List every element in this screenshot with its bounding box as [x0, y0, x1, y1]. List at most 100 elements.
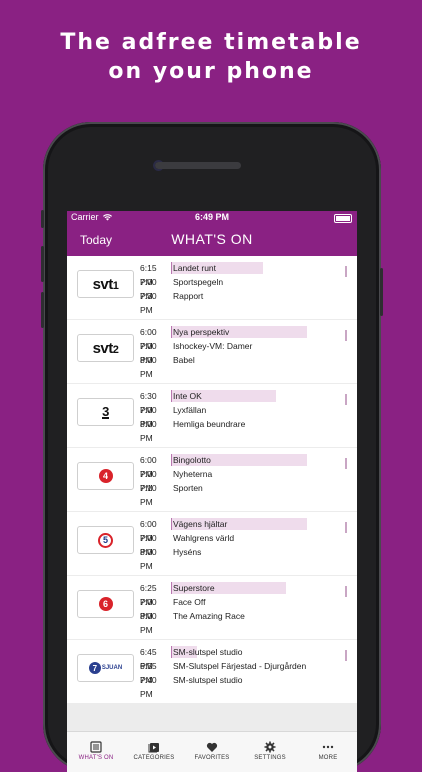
tab-categories[interactable]: CATEGORIES — [125, 732, 183, 772]
program-entry[interactable]: 7:30 PM Rapport — [140, 289, 340, 315]
program-entry[interactable]: 7:00 PM Face Off — [140, 595, 340, 621]
channel-row[interactable]: svt1 6:15 PM Landet runt 7:00 PM Sportspegel… — [67, 256, 357, 319]
program-entry[interactable]: 7:00 PM Ishockey-VM: Damer — [140, 339, 340, 365]
gear-icon — [264, 738, 276, 753]
kanal5-logo: 5 — [98, 532, 113, 548]
program-entry[interactable]: 6:00 PM Bingolotto — [140, 453, 340, 479]
program-title: Vägens hjältar — [173, 519, 228, 529]
program-title: Lyxfällan — [173, 405, 207, 415]
earpiece-speaker — [155, 162, 241, 169]
program-entry[interactable]: 6:25 PM Superstore — [140, 581, 340, 607]
tv6-logo: 6 — [98, 597, 113, 611]
svt1-logo: svt1 — [92, 275, 119, 293]
channel-row[interactable]: 5 6:00 PM Vägens hjältar 7:00 PM Wahlgrens v… — [67, 512, 357, 575]
tab-bar: WHAT'S ON CATEGORIES FAVORITES SETTINGS MORE — [67, 731, 357, 772]
program-entry[interactable]: 8:00 PM Hyséns — [140, 545, 340, 571]
status-bar: Carrier 6:49 PM — [67, 211, 357, 225]
program-title: SM-Slutspel Färjestad - Djurgården — [173, 661, 307, 671]
program-entry[interactable]: 6:45 PM SM-slutspel studio — [140, 645, 340, 671]
program-entry[interactable]: 7:40 PM SM-slutspel studio — [140, 673, 340, 699]
program-title: Rapport — [173, 291, 204, 301]
program-time: 7:10 PM — [140, 483, 157, 507]
tab-favorites[interactable]: FAVORITES — [183, 732, 241, 772]
tv4-logo: 4 — [98, 469, 113, 483]
channel-logo[interactable]: svt1 — [77, 270, 134, 298]
sjuan-logo: 7 SJUAN — [88, 662, 123, 674]
program-title: SM-slutspel studio — [173, 675, 243, 685]
program-title: Nyheterna — [173, 469, 213, 479]
channel-row[interactable]: svt2 6:00 PM Nya perspektiv 7:00 PM Ishockey… — [67, 320, 357, 383]
program-time: 8:00 PM — [140, 355, 157, 379]
row-indicator — [345, 266, 347, 277]
list-icon — [90, 738, 102, 753]
ellipsis-icon — [322, 738, 334, 750]
row-indicator — [345, 394, 347, 405]
battery-icon — [334, 214, 352, 223]
row-indicator — [345, 522, 347, 533]
headline-line-1: The adfree timetable — [60, 30, 362, 55]
tab-label: FAVORITES — [194, 755, 230, 761]
status-time: 6:49 PM — [194, 212, 229, 222]
program-entry[interactable]: 6:30 PM Inte OK — [140, 389, 340, 415]
tab-label: WHAT'S ON — [78, 755, 114, 761]
headline: The adfree timetable on your phone — [0, 28, 422, 86]
program-entry[interactable]: 7:10 PM Sporten — [140, 481, 340, 507]
program-entry[interactable]: 7:00 PM Nyheterna — [140, 467, 340, 493]
program-entry[interactable]: 8:00 PM Hemliga beundrare — [140, 417, 340, 443]
program-title: The Amazing Race — [173, 611, 245, 621]
program-title: Hyséns — [173, 547, 202, 557]
program-title: Sportspegeln — [173, 277, 224, 287]
program-title: SM-slutspel studio — [173, 647, 243, 657]
channel-logo[interactable]: 3 — [77, 398, 134, 426]
program-time: 8:00 PM — [140, 419, 157, 443]
channel-logo[interactable]: 5 — [77, 526, 134, 554]
tab-what-s-on[interactable]: WHAT'S ON — [67, 732, 125, 772]
program-entry[interactable]: 8:00 PM The Amazing Race — [140, 609, 340, 635]
program-entry[interactable]: 6:55 PM SM-Slutspel Färjestad - Djurgårde… — [140, 659, 340, 685]
channel-row[interactable]: 7 SJUAN 6:45 PM SM-slutspel studio 6:55 PM SM… — [67, 640, 357, 703]
power-button — [380, 268, 383, 316]
navigation-bar: Today WHAT'S ON — [67, 225, 357, 256]
program-time: 7:30 PM — [140, 291, 157, 315]
channel-row[interactable]: 6 6:25 PM Superstore 7:00 PM Face Off 8:00 PM… — [67, 576, 357, 639]
channel-row[interactable]: 3 6:30 PM Inte OK 7:00 PM Lyxfällan 8:00 PM He… — [67, 384, 357, 447]
app-screen: Carrier 6:49 PM Today WHAT'S ON svt1 6:15… — [67, 211, 357, 772]
program-entry[interactable]: 7:00 PM Sportspegeln — [140, 275, 340, 301]
volume-up-button — [41, 246, 44, 282]
channel-row[interactable]: 4 6:00 PM Bingolotto 7:00 PM Nyheterna 7:10 P… — [67, 448, 357, 511]
channel-logo[interactable]: svt2 — [77, 334, 134, 362]
svt2-logo: svt2 — [92, 339, 119, 357]
program-time: 8:00 PM — [140, 547, 157, 571]
channel-logo[interactable]: 6 — [77, 590, 134, 618]
volume-down-button — [41, 292, 44, 328]
program-entry[interactable]: 7:00 PM Wahlgrens värld — [140, 531, 340, 557]
program-entry[interactable]: 7:00 PM Lyxfällan — [140, 403, 340, 429]
program-title: Inte OK — [173, 391, 202, 401]
program-title: Wahlgrens värld — [173, 533, 235, 543]
row-indicator — [345, 650, 347, 661]
headline-line-2: on your phone — [108, 59, 314, 84]
row-indicator — [345, 586, 347, 597]
sjuan-logo-text: SJUAN — [101, 665, 123, 671]
program-title: Superstore — [173, 583, 215, 593]
program-entry[interactable]: 6:00 PM Nya perspektiv — [140, 325, 340, 351]
tv3-logo: 3 — [102, 403, 109, 419]
program-entry[interactable]: 6:15 PM Landet runt — [140, 261, 340, 287]
channel-logo[interactable]: 4 — [77, 462, 134, 490]
page-title: WHAT'S ON — [171, 231, 253, 247]
channel-logo[interactable]: 7 SJUAN — [77, 654, 134, 682]
tab-more[interactable]: MORE — [299, 732, 357, 772]
program-entry[interactable]: 8:00 PM Babel — [140, 353, 340, 379]
tab-settings[interactable]: SETTINGS — [241, 732, 299, 772]
channel-list[interactable]: svt1 6:15 PM Landet runt 7:00 PM Sportspegel… — [67, 256, 357, 731]
program-title: Bingolotto — [173, 455, 211, 465]
heart-icon — [206, 738, 218, 752]
row-indicator — [345, 330, 347, 341]
program-entry[interactable]: 6:00 PM Vägens hjältar — [140, 517, 340, 543]
program-title: Ishockey-VM: Damer — [173, 341, 253, 351]
program-title: Landet runt — [173, 263, 217, 273]
row-indicator — [345, 458, 347, 469]
program-title: Hemliga beundrare — [173, 419, 246, 429]
program-title: Sporten — [173, 483, 203, 493]
tab-label: SETTINGS — [254, 755, 286, 761]
